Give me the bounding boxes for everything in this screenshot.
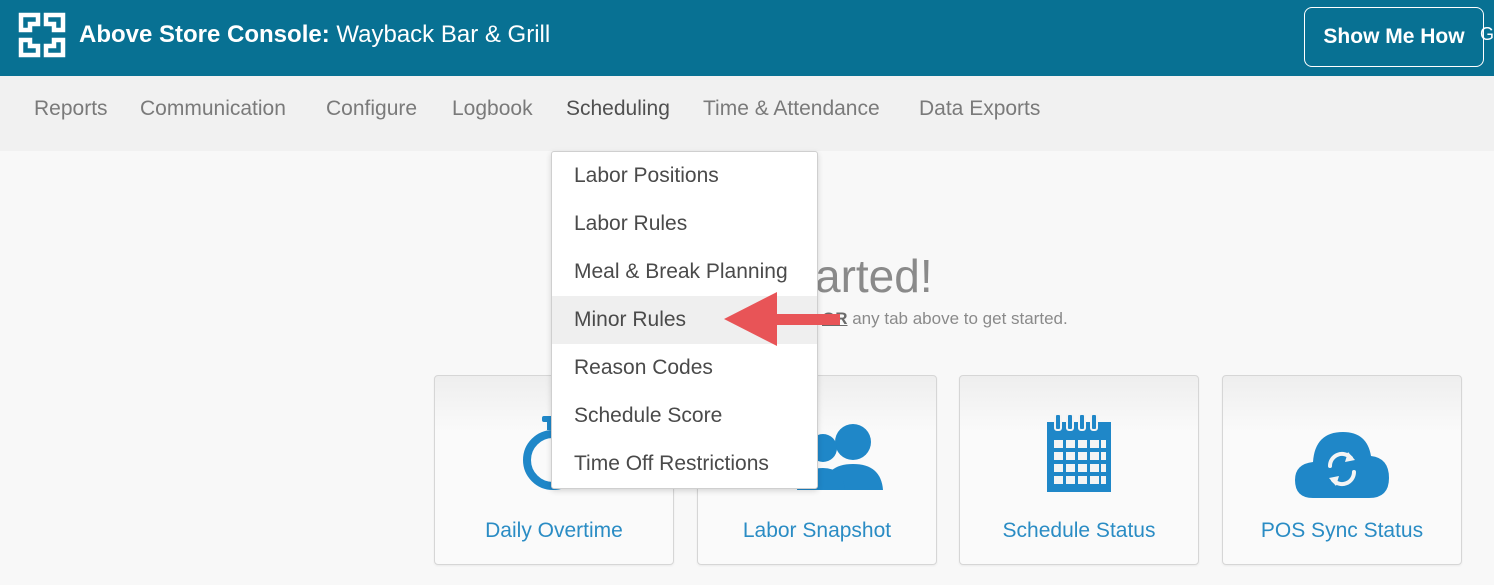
calendar-icon	[1047, 414, 1111, 492]
welcome-heading: arted!	[815, 250, 933, 302]
nav-logbook[interactable]: Logbook	[452, 96, 533, 122]
cloud-sync-icon	[1295, 432, 1389, 498]
nav-time-attendance[interactable]: Time & Attendance	[703, 96, 880, 122]
menu-item-time-off-restrictions[interactable]: Time Off Restrictions	[552, 440, 817, 488]
app-logo-icon	[18, 12, 66, 58]
top-bar: Above Store Console: Wayback Bar & Grill…	[0, 0, 1494, 76]
menu-item-reason-codes[interactable]: Reason Codes	[552, 344, 817, 392]
scheduling-dropdown-menu: Labor Positions Labor Rules Meal & Break…	[551, 151, 818, 489]
menu-item-labor-positions[interactable]: Labor Positions	[552, 152, 817, 200]
app-title: Above Store Console: Wayback Bar & Grill	[79, 20, 550, 50]
card-label: POS Sync Status	[1260, 519, 1424, 542]
nav-configure[interactable]: Configure	[326, 96, 417, 122]
card-label: Daily Overtime	[485, 519, 623, 542]
nav-scheduling[interactable]: Scheduling	[566, 96, 670, 122]
store-name: Wayback Bar & Grill	[336, 21, 551, 48]
card-pos-sync-status[interactable]: POS Sync Status	[1222, 375, 1462, 565]
app-name: Above Store Console:	[79, 21, 330, 48]
or-link[interactable]: OR	[822, 309, 848, 328]
show-me-how-button[interactable]: Show Me How	[1304, 7, 1484, 67]
nav-data-exports[interactable]: Data Exports	[919, 96, 1040, 122]
menu-item-minor-rules[interactable]: Minor Rules	[552, 296, 817, 344]
menu-item-schedule-score[interactable]: Schedule Score	[552, 392, 817, 440]
card-schedule-status[interactable]: Schedule Status	[959, 375, 1199, 565]
welcome-subtext: OR any tab above to get started.	[822, 308, 1068, 330]
nav-communication[interactable]: Communication	[140, 96, 286, 122]
card-label: Labor Snapshot	[742, 519, 892, 542]
menu-item-labor-rules[interactable]: Labor Rules	[552, 200, 817, 248]
menu-item-meal-break-planning[interactable]: Meal & Break Planning	[552, 248, 817, 296]
nav-reports[interactable]: Reports	[34, 96, 108, 122]
card-label: Schedule Status	[1002, 519, 1156, 542]
header-cutoff-link[interactable]: G	[1480, 24, 1494, 45]
subtext-rest: any tab above to get started.	[847, 309, 1068, 328]
